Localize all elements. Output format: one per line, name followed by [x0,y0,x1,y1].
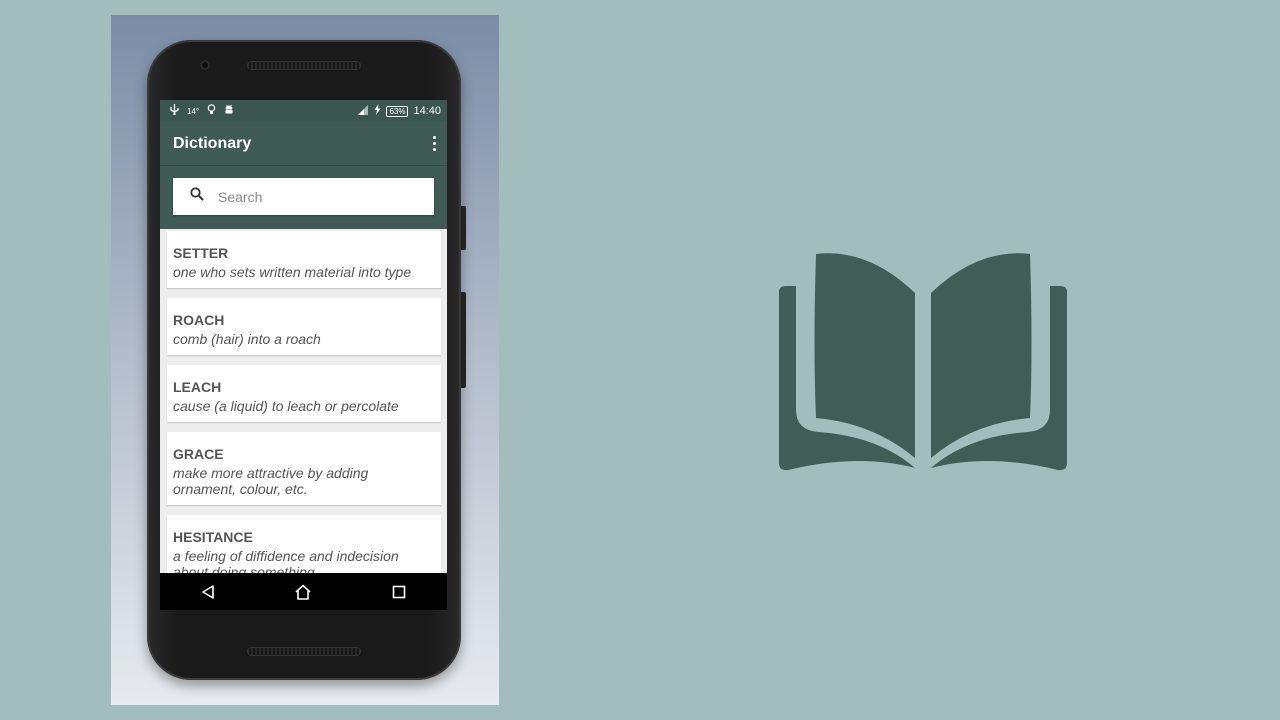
clock: 14:40 [413,105,441,117]
app-screen: 14° 63% 14:40 Dictionary Search SETTER o… [160,100,447,610]
signal-icon [358,104,369,118]
search-input[interactable] [216,187,420,206]
app-bar: Dictionary [160,122,447,166]
search-icon [190,187,204,206]
charging-icon [374,104,381,118]
entry-word: GRACE [173,446,224,462]
entry-word: ROACH [173,312,225,328]
entry-word: SETTER [173,245,229,261]
status-bar: 14° 63% 14:40 [160,100,447,122]
recents-icon[interactable] [384,577,414,607]
power-button [461,206,466,250]
entry-definition: one who sets written material into type [173,264,412,280]
temperature: 14° [187,106,200,116]
front-camera [200,60,210,70]
entry-word: HESITANCE [173,529,253,545]
back-icon[interactable] [193,577,223,607]
home-icon[interactable] [288,577,318,607]
battery-indicator: 63% [386,105,409,117]
top-speaker [247,61,361,70]
entry-definition: cause (a liquid) to leach or percolate [173,398,399,414]
search-area [160,166,447,229]
book-icon [779,253,1067,471]
entry-word: LEACH [173,379,222,395]
usb-icon [170,104,179,118]
list-item[interactable]: LEACH cause (a liquid) to leach or perco… [167,365,441,422]
search-box[interactable] [173,178,434,215]
app-title: Dictionary [173,134,252,152]
volume-button [461,292,466,388]
lightbulb-icon [207,104,216,118]
word-list: SETTER one who sets written material int… [160,229,447,588]
bottom-speaker [247,647,361,656]
list-item[interactable]: ROACH comb (hair) into a roach [167,298,441,355]
list-item[interactable]: GRACE make more attractive by adding orn… [167,432,441,505]
android-icon [224,104,234,118]
nav-bar [160,573,447,610]
list-item[interactable]: SETTER one who sets written material int… [167,231,441,288]
more-vert-icon[interactable] [433,136,437,151]
entry-definition: make more attractive by adding ornament,… [173,465,369,497]
phone-frame: 14° 63% 14:40 Dictionary Search SETTER o… [147,40,466,680]
entry-definition: comb (hair) into a roach [173,331,321,347]
